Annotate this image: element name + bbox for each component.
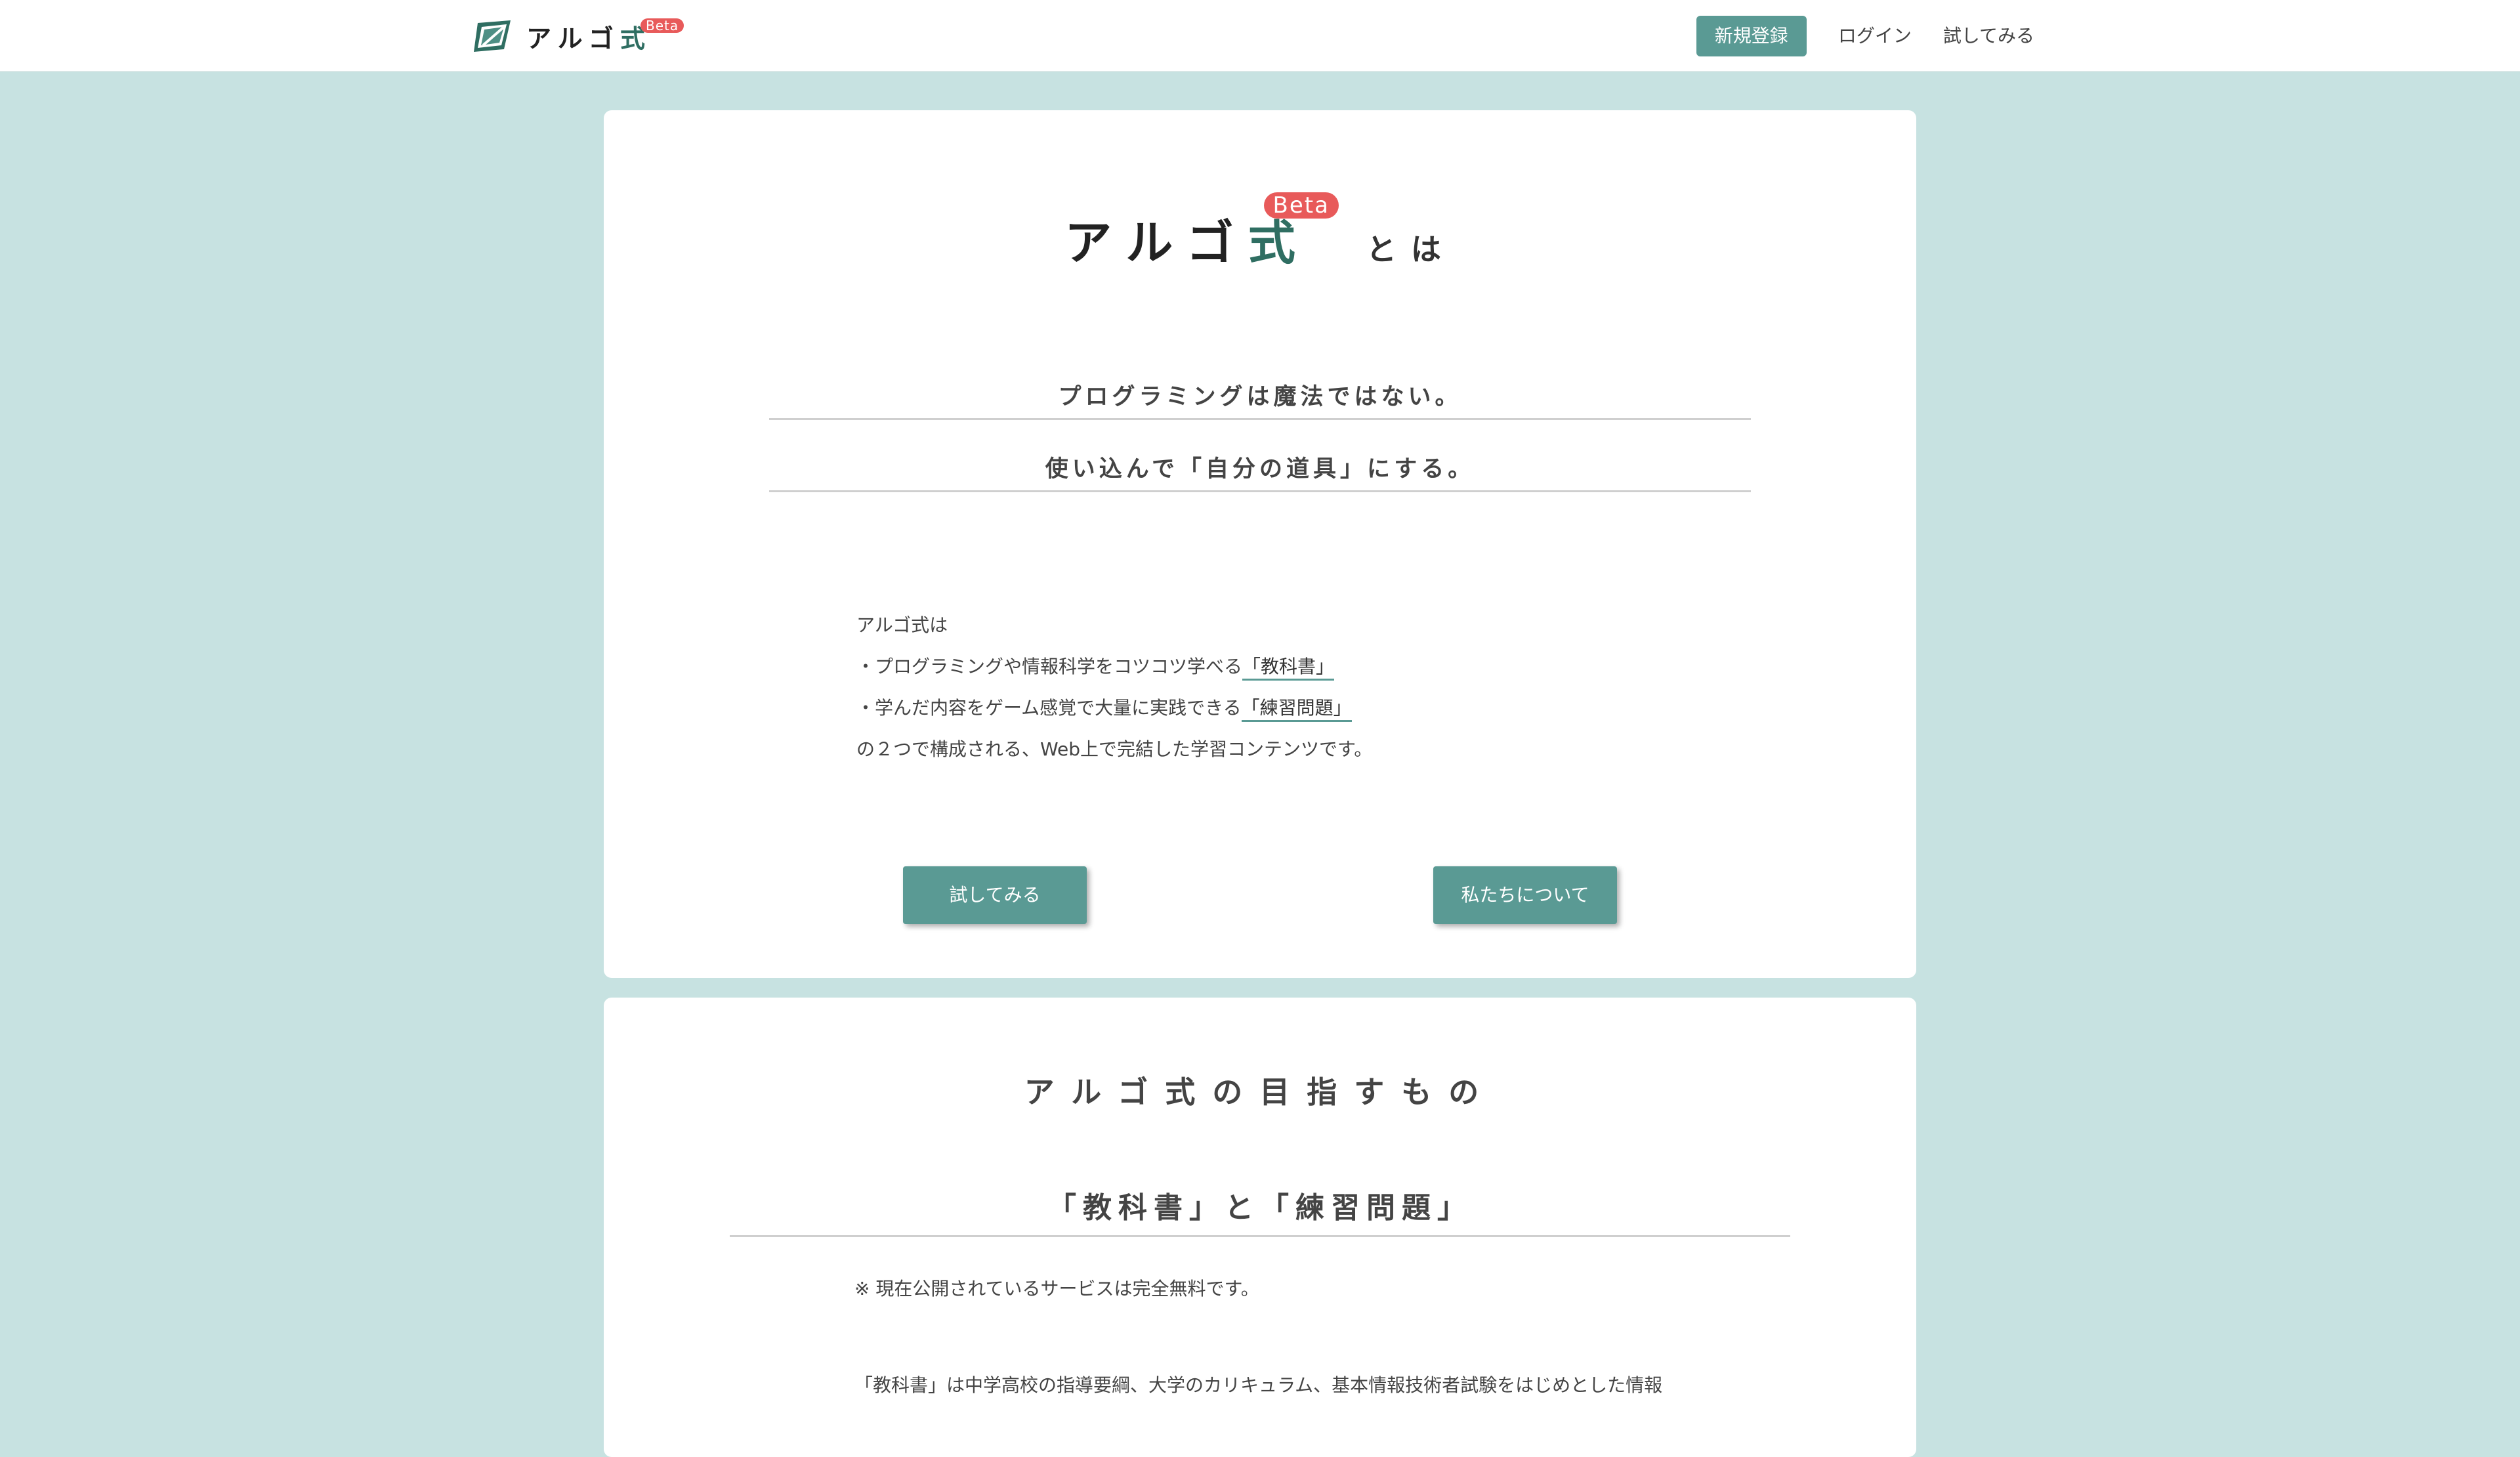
textbook-link[interactable]: 「教科書」 xyxy=(1242,656,1335,681)
hero-beta-badge: Beta xyxy=(1263,192,1339,219)
hero-card: アルゴ式 Beta とは プログラミングは魔法ではない。 使い込んで「自分の道具」… xyxy=(604,110,1916,978)
tagline-1: プログラミングは魔法ではない。 xyxy=(769,378,1751,420)
tagline-2: 使い込んで「自分の道具」にする。 xyxy=(769,450,1751,492)
section-subtitle: 「教科書」と「練習問題」 xyxy=(730,1184,1790,1237)
exercises-link[interactable]: 「練習問題」 xyxy=(1241,697,1352,722)
try-link[interactable]: 試してみる xyxy=(1943,16,2034,56)
intro-text: アルゴ式は ・プログラミングや情報科学をコツコツ学べる「教科書」 ・学んだ内容を… xyxy=(856,610,1372,776)
brand-beta-badge: Beta xyxy=(640,18,684,33)
intro-line-2: ・プログラミングや情報科学をコツコツ学べる「教科書」 xyxy=(856,652,1372,693)
section-title: アルゴ式の目指すもの xyxy=(1024,1074,1496,1110)
intro-line-1: アルゴ式は xyxy=(856,614,948,636)
goals-card: アルゴ式の目指すもの 「教科書」と「練習問題」 ※ 現在公開されているサービスは… xyxy=(604,998,1916,1457)
header-nav: 新規登録 ログイン 試してみる xyxy=(1696,16,2034,56)
free-notice: ※ 現在公開されているサービスは完全無料です。 xyxy=(854,1278,1259,1299)
brand-name: アルゴ式 xyxy=(526,24,652,53)
section-body-line: 「教科書」は中学高校の指導要綱、大学のカリキュラム、基本情報技術者試験をはじめと… xyxy=(854,1374,1663,1396)
intro-line-3: ・学んだ内容をゲーム感覚で大量に実践できる「練習問題」 xyxy=(856,693,1372,734)
brand-logo[interactable]: アルゴ式 Beta xyxy=(471,16,684,56)
login-link[interactable]: ログイン xyxy=(1838,16,1912,56)
about-us-button[interactable]: 私たちについて xyxy=(1433,866,1617,924)
intro-line-4: の２つで構成される、Web上で完結した学習コンテンツです。 xyxy=(856,738,1373,760)
section-body: 「教科書」は中学高校の指導要綱、大学のカリキュラム、基本情報技術者試験をはじめと… xyxy=(854,1366,1668,1404)
try-button[interactable]: 試してみる xyxy=(903,866,1087,924)
algo-shiki-logo-icon xyxy=(474,20,511,52)
signup-button[interactable]: 新規登録 xyxy=(1696,16,1807,56)
hero-title: アルゴ式 Beta とは xyxy=(604,192,1916,273)
hero-towa: とは xyxy=(1366,232,1456,267)
hero-logo: アルゴ式 Beta xyxy=(1064,192,1339,273)
top-navigation-bar: アルゴ式 Beta 新規登録 ログイン 試してみる xyxy=(0,0,2520,72)
